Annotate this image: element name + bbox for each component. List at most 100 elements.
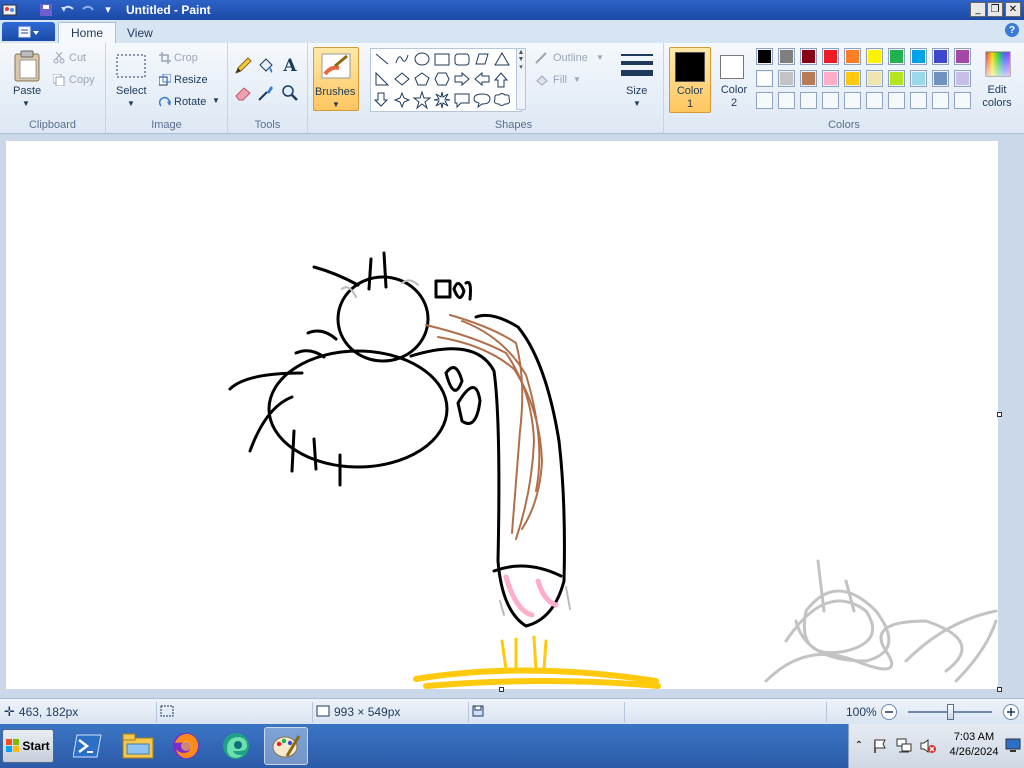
paste-icon[interactable]	[12, 49, 42, 83]
restore-button[interactable]: ❐	[987, 2, 1003, 17]
palette-swatch[interactable]	[932, 70, 949, 87]
palette-empty-swatch[interactable]	[932, 92, 949, 109]
fill-dropdown-icon[interactable]: ▼	[573, 75, 581, 84]
minimize-button[interactable]: _	[970, 2, 986, 17]
rotate-button[interactable]: Rotate	[174, 96, 206, 108]
palette-empty-swatch[interactable]	[910, 92, 927, 109]
shape-item[interactable]	[434, 53, 450, 66]
outline-button[interactable]: Outline	[553, 52, 588, 64]
palette-swatch[interactable]	[910, 48, 927, 65]
palette-empty-swatch[interactable]	[954, 92, 971, 109]
zoom-slider-thumb[interactable]	[947, 704, 954, 720]
select-icon[interactable]	[116, 53, 146, 79]
palette-empty-swatch[interactable]	[844, 92, 861, 109]
palette-swatch[interactable]	[800, 48, 817, 65]
palette-empty-swatch[interactable]	[756, 92, 773, 109]
color2-button[interactable]: Color 2	[715, 47, 753, 113]
select-button[interactable]: Select	[116, 85, 147, 97]
palette-swatch[interactable]	[778, 70, 795, 87]
customize-qat-icon[interactable]: ▾	[100, 2, 116, 17]
clock[interactable]: 7:03 AM 4/26/2024	[945, 730, 1003, 760]
shape-item[interactable]	[454, 53, 470, 66]
edge-icon[interactable]	[214, 727, 258, 765]
shape-item[interactable]	[454, 71, 470, 87]
text-tool-icon[interactable]: A	[280, 56, 300, 76]
paste-dropdown-icon[interactable]: ▼	[22, 99, 30, 108]
help-icon[interactable]: ?	[1005, 23, 1019, 37]
copy-button[interactable]: Copy	[69, 74, 95, 86]
shapes-gallery-icons[interactable]	[371, 49, 521, 111]
show-hidden-icons-icon[interactable]: ⌃	[853, 738, 865, 752]
fill-button[interactable]: Fill	[553, 74, 567, 86]
palette-empty-swatch[interactable]	[822, 92, 839, 109]
shape-item[interactable]	[414, 72, 430, 86]
fill-bucket-icon[interactable]	[256, 56, 276, 76]
palette-swatch[interactable]	[888, 70, 905, 87]
palette-swatch[interactable]	[822, 70, 839, 87]
palette-empty-swatch[interactable]	[800, 92, 817, 109]
palette-swatch[interactable]	[954, 70, 971, 87]
tab-view[interactable]: View	[115, 22, 165, 43]
file-explorer-icon[interactable]	[116, 727, 160, 765]
powershell-icon[interactable]	[66, 727, 110, 765]
select-dropdown-icon[interactable]: ▼	[127, 99, 135, 108]
eraser-icon[interactable]	[233, 83, 253, 103]
resize-handle-corner[interactable]	[997, 687, 1002, 692]
save-icon[interactable]	[38, 2, 54, 17]
start-button[interactable]: Start	[2, 729, 54, 763]
tab-home[interactable]: Home	[58, 22, 117, 43]
pencil-icon[interactable]	[233, 56, 253, 76]
palette-swatch[interactable]	[932, 48, 949, 65]
shape-item[interactable]	[454, 93, 470, 109]
palette-swatch[interactable]	[756, 48, 773, 65]
shape-item[interactable]	[375, 71, 390, 86]
zoom-out-button[interactable]	[880, 702, 898, 722]
outline-dropdown-icon[interactable]: ▼	[596, 53, 604, 62]
palette-swatch[interactable]	[866, 70, 883, 87]
palette-swatch[interactable]	[756, 70, 773, 87]
magnifier-icon[interactable]	[280, 83, 300, 103]
cut-button[interactable]: Cut	[69, 52, 86, 64]
shape-item[interactable]	[395, 54, 409, 64]
undo-icon[interactable]	[60, 2, 76, 17]
palette-swatch[interactable]	[910, 70, 927, 87]
resize-button[interactable]: Resize	[174, 74, 208, 86]
shape-item[interactable]	[433, 91, 451, 109]
shape-item[interactable]	[473, 93, 491, 109]
show-desktop-icon[interactable]	[1005, 737, 1021, 753]
color1-button[interactable]: Color 1	[669, 47, 711, 113]
palette-empty-swatch[interactable]	[888, 92, 905, 109]
shape-item[interactable]	[373, 92, 389, 107]
palette-swatch[interactable]	[778, 48, 795, 65]
close-button[interactable]: ✕	[1005, 2, 1021, 17]
volume-muted-icon[interactable]	[919, 738, 937, 754]
palette-swatch[interactable]	[866, 48, 883, 65]
edit-colors-button[interactable]: Edit colors	[976, 47, 1018, 113]
palette-swatch[interactable]	[822, 48, 839, 65]
shape-item[interactable]	[394, 72, 410, 86]
shape-item[interactable]	[494, 93, 510, 106]
file-menu-button[interactable]	[2, 22, 55, 41]
palette-empty-swatch[interactable]	[778, 92, 795, 109]
zoom-in-button[interactable]	[1002, 702, 1020, 722]
paint-app-icon[interactable]	[2, 2, 18, 17]
resize-handle-right[interactable]	[997, 412, 1002, 417]
paint-taskbar-icon[interactable]	[264, 727, 308, 765]
palette-swatch[interactable]	[844, 70, 861, 87]
palette-swatch[interactable]	[954, 48, 971, 65]
shape-item[interactable]	[375, 53, 389, 65]
shape-item[interactable]	[412, 90, 432, 110]
redo-icon[interactable]	[80, 2, 96, 17]
shape-item[interactable]	[474, 71, 490, 87]
action-center-flag-icon[interactable]	[871, 738, 889, 754]
shape-item[interactable]	[393, 91, 411, 109]
shape-item[interactable]	[414, 52, 430, 66]
network-icon[interactable]	[895, 738, 913, 754]
size-dropdown-icon[interactable]: ▼	[633, 99, 641, 108]
shape-item[interactable]	[493, 72, 509, 88]
rotate-dropdown-icon[interactable]: ▼	[212, 96, 220, 105]
brushes-button[interactable]: Brushes ▼	[313, 47, 359, 111]
shape-item[interactable]	[475, 53, 489, 65]
palette-empty-swatch[interactable]	[866, 92, 883, 109]
drawing-canvas[interactable]	[6, 141, 998, 689]
